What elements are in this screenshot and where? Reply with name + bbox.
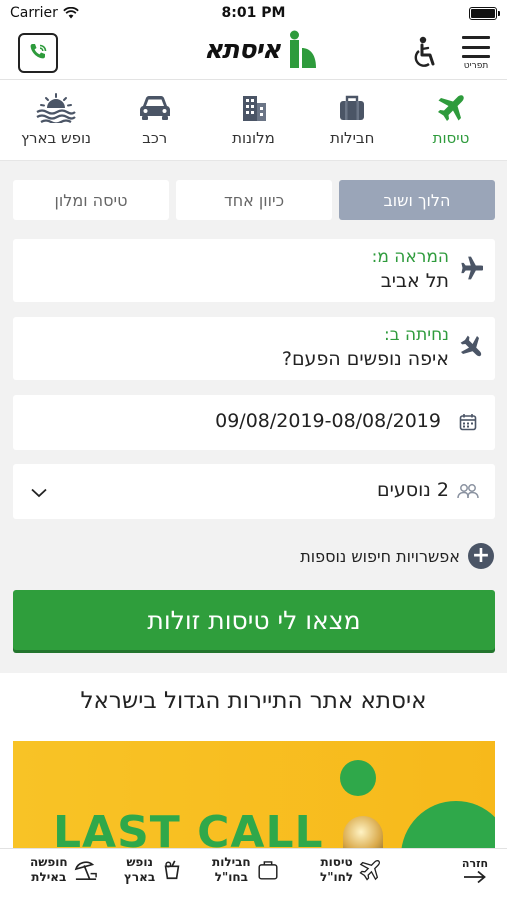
bottom-nav-flights[interactable]: טיסות לחו"ל <box>320 855 381 885</box>
issta-logo[interactable]: איסתא <box>204 30 320 70</box>
bottom-nav-local[interactable]: נופש בארץ <box>124 855 183 885</box>
page-headline: איסתא אתר התיירות הגדול בישראל <box>80 688 427 714</box>
plus-circle-icon: + <box>468 543 494 569</box>
bottom-nav-eilat[interactable]: חופשה באילת <box>30 855 98 885</box>
tab-label: רכב <box>142 129 168 147</box>
call-button[interactable] <box>18 33 58 73</box>
plane-icon <box>359 860 381 881</box>
trip-type-flight-hotel[interactable]: טיסה ומלון <box>13 180 169 220</box>
back-label: חזרה <box>461 857 489 870</box>
wifi-icon <box>63 7 79 19</box>
destination-input[interactable]: איפה נופשים הפעם? <box>282 348 449 370</box>
menu-label: תפריט <box>463 61 489 71</box>
more-search-options-label: אפשרויות חיפוש נוספות <box>300 546 460 566</box>
sun-waves-icon <box>36 93 76 123</box>
destination-field[interactable]: נחיתה ב: איפה נופשים הפעם? <box>13 317 495 380</box>
bottom-nav-label: חופשה באילת <box>30 855 68 884</box>
tab-flights[interactable]: טיסות <box>411 81 491 160</box>
tab-label: נופש בארץ <box>20 129 92 147</box>
carrier-label: Carrier <box>10 5 58 21</box>
app-header: איסתא תפריט <box>0 26 507 80</box>
search-submit-button[interactable]: מצאו לי טיסות זולות <box>13 590 495 650</box>
banner-leaf <box>401 801 495 851</box>
more-search-options[interactable]: + אפשרויות חיפוש נוספות <box>300 543 494 569</box>
destination-label: נחיתה ב: <box>384 325 449 345</box>
menu-button[interactable]: תפריט <box>457 32 495 76</box>
tab-label: טיסות <box>432 129 470 147</box>
arrival-plane-icon <box>460 335 482 357</box>
trip-type-round-trip[interactable]: הלוך ושוב <box>339 180 495 220</box>
tab-label: מלונות <box>232 129 275 147</box>
tab-label: חבילות <box>330 129 375 147</box>
search-panel: הלוך ושוב כיוון אחד טיסה ומלון המראה מ: … <box>0 161 507 673</box>
tab-cars[interactable]: רכב <box>115 81 195 160</box>
beach-umbrella-icon <box>74 861 97 880</box>
dates-field[interactable]: 09/08/2019-08/08/2019 <box>13 395 495 450</box>
drink-icon <box>164 860 180 880</box>
plane-icon <box>438 95 464 121</box>
tab-local-vacation[interactable]: נופש בארץ <box>16 81 96 160</box>
passengers-field[interactable]: 2 נוסעים <box>13 464 495 519</box>
bottom-nav-label: חבילות בחו"ל <box>212 855 251 884</box>
logo-mark-icon <box>289 30 316 68</box>
calendar-icon <box>459 414 477 431</box>
accessibility-icon[interactable] <box>412 36 440 70</box>
banner-title: LAST CALL <box>53 807 324 851</box>
trip-type-one-way[interactable]: כיוון אחד <box>176 180 332 220</box>
category-tabs: טיסות חבילות מלונות רכב נופש בארץ <box>0 81 507 161</box>
chevron-down-icon[interactable] <box>31 488 47 498</box>
bottom-nav-label: נופש בארץ <box>124 855 156 884</box>
dates-value: 09/08/2019-08/08/2019 <box>215 410 441 432</box>
bottom-nav: חזרה טיסותלחו"ל חבילותבחו"ל נופשבארץ <box>0 848 507 900</box>
car-icon <box>139 96 170 120</box>
tab-packages[interactable]: חבילות <box>312 81 392 160</box>
tab-hotels[interactable]: מלונות <box>214 81 294 160</box>
hotel-icon <box>242 96 266 121</box>
suitcase-icon <box>258 861 278 880</box>
suitcase-icon <box>340 95 365 120</box>
promo-banner[interactable]: LAST CALL <box>13 741 495 851</box>
logo-text: איסתא <box>204 35 281 65</box>
status-bar: Carrier 8:01 PM <box>0 0 507 26</box>
trip-type-selector: הלוך ושוב כיוון אחד טיסה ומלון <box>13 180 495 220</box>
hamburger-icon <box>462 36 490 58</box>
arrow-right-icon <box>464 870 486 884</box>
origin-field[interactable]: המראה מ: תל אביב <box>13 239 495 302</box>
passengers-icon <box>457 484 479 499</box>
back-button[interactable]: חזרה <box>455 857 495 884</box>
bottom-nav-label: טיסות לחו"ל <box>320 855 354 884</box>
cocktail-glass-icon <box>343 816 383 851</box>
origin-label: המראה מ: <box>371 247 449 267</box>
phone-icon <box>30 44 47 59</box>
origin-value[interactable]: תל אביב <box>381 270 449 292</box>
departure-plane-icon <box>461 256 483 280</box>
bottom-nav-packages[interactable]: חבילות בחו"ל <box>212 855 279 885</box>
passengers-value: 2 נוסעים <box>377 479 449 501</box>
battery-icon <box>469 6 500 20</box>
banner-dot <box>340 760 376 796</box>
